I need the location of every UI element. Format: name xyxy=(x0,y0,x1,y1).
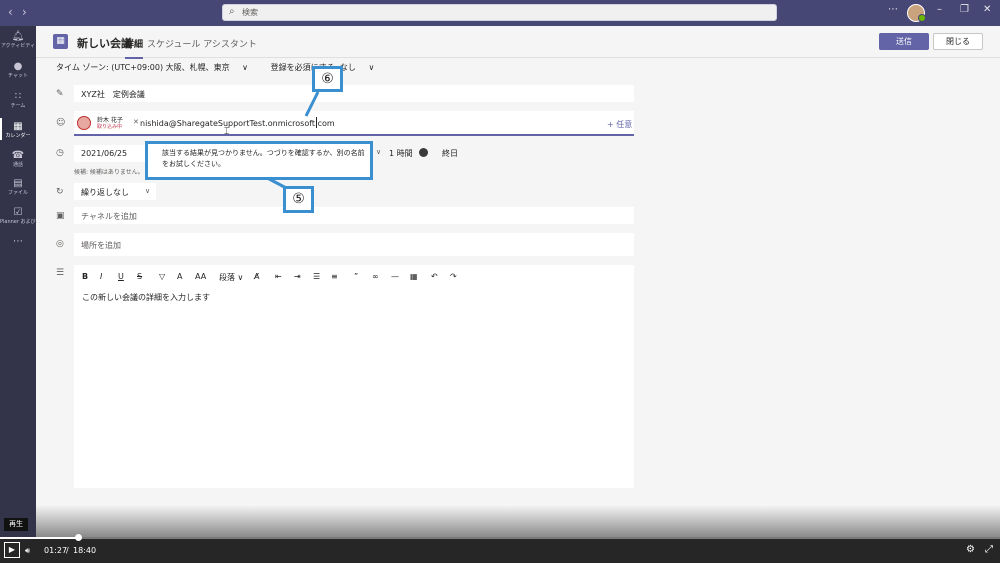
video-control-bar xyxy=(0,538,1000,563)
video-progress-fill xyxy=(0,537,78,539)
callout-number-5: ⑤ xyxy=(283,186,314,213)
video-progress-bar[interactable] xyxy=(0,534,1000,541)
play-tooltip: 再生 xyxy=(4,518,28,531)
play-button[interactable]: ▶ xyxy=(4,542,20,558)
current-time: 01:27 xyxy=(44,546,68,555)
video-progress-knob[interactable] xyxy=(75,534,82,541)
volume-icon[interactable]: 🔊︎ xyxy=(25,546,30,556)
time-separator: / xyxy=(66,546,69,555)
total-time: 18:40 xyxy=(73,546,97,555)
callout-number-6: ⑥ xyxy=(312,66,343,92)
callout6-pointer xyxy=(304,91,320,117)
error-message-callout: 該当する結果が見つかりません。つづりを確認するか、別の名前をお試しください。 xyxy=(145,141,373,180)
video-overlay xyxy=(36,505,1000,538)
annotation-pointers xyxy=(255,91,320,192)
fullscreen-icon[interactable]: ⤢ xyxy=(985,544,993,555)
settings-gear-icon[interactable]: ⚙ xyxy=(966,544,975,555)
